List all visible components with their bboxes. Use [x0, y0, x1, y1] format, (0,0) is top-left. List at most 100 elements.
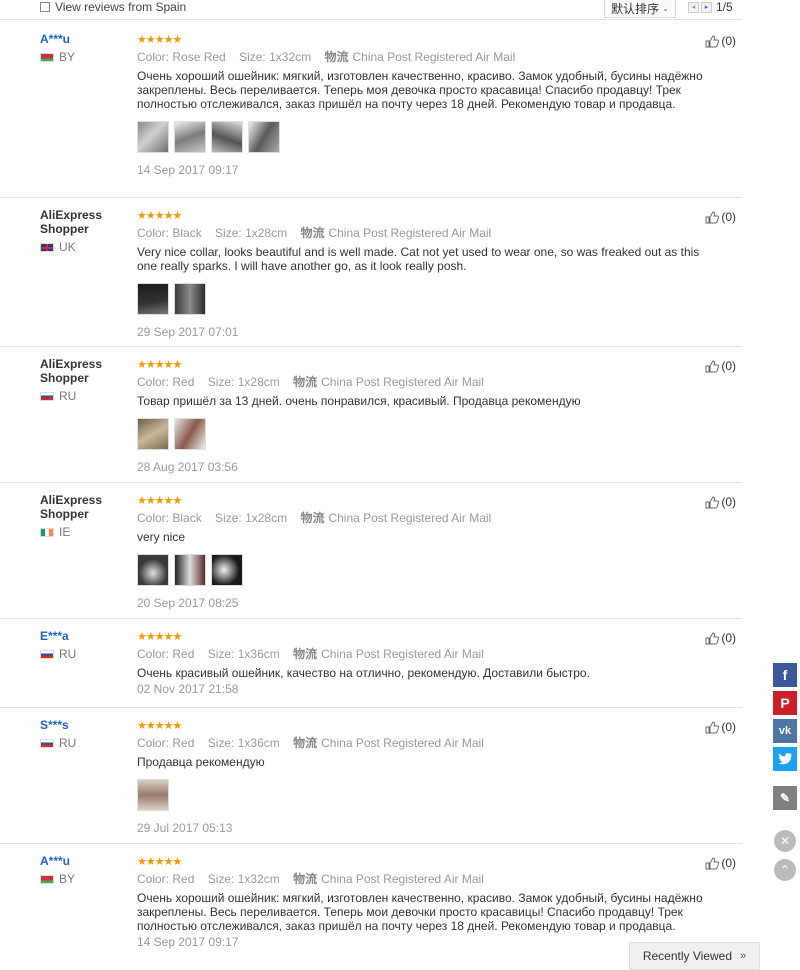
order-attributes: Color: Black Size: 1x28cm 物流 China Post R… — [137, 511, 717, 526]
star-rating: ★★★★★ — [137, 631, 182, 643]
recently-viewed-button[interactable]: Recently Viewed » — [629, 942, 760, 970]
shipping-label: 物流 — [293, 375, 318, 389]
size-label: Size: — [215, 226, 242, 240]
country-code: RU — [59, 736, 77, 750]
helpful-button[interactable]: (0) — [705, 359, 736, 373]
color-label: Color: — [137, 511, 170, 525]
review-photo[interactable] — [211, 121, 243, 153]
reviewer: AliExpress Shopper RU — [40, 357, 120, 403]
prev-page-button[interactable]: ◂ — [688, 1, 699, 13]
color-label: Color: — [137, 647, 170, 661]
review-date: 29 Jul 2017 05:13 — [137, 821, 233, 835]
review-photo[interactable] — [137, 554, 169, 586]
thumbs-up-icon — [705, 34, 720, 47]
reviewer: S***s RU — [40, 718, 120, 750]
reviewer-name[interactable]: A***u — [40, 32, 120, 46]
review-item: S***s RU ★★★★★ Color: Red Size: 1x36cm 物… — [0, 708, 742, 844]
review-photo[interactable] — [174, 283, 206, 315]
size-label: Size: — [215, 511, 242, 525]
review-photo[interactable] — [174, 121, 206, 153]
review-photo[interactable] — [248, 121, 280, 153]
recently-viewed-label: Recently Viewed — [642, 949, 733, 963]
review-photo[interactable] — [137, 418, 169, 450]
page-indicator: 1/5 — [716, 0, 733, 14]
helpful-button[interactable]: (0) — [705, 495, 736, 509]
review-photo[interactable] — [174, 418, 206, 450]
sort-select[interactable]: 默认排序 ⌄ — [604, 0, 676, 18]
helpful-button[interactable]: (0) — [705, 34, 736, 48]
helpful-button[interactable]: (0) — [705, 720, 736, 734]
review-photo[interactable] — [174, 554, 206, 586]
vk-share-button[interactable]: vk — [773, 719, 797, 743]
size-label: Size: — [207, 375, 235, 389]
shipping-label: 物流 — [293, 647, 318, 661]
twitter-share-button[interactable] — [773, 747, 797, 771]
helpful-button[interactable]: (0) — [705, 856, 736, 870]
thumbs-up-icon — [705, 495, 720, 508]
reviewer-name[interactable]: E***a — [40, 629, 120, 643]
country-code: RU — [59, 389, 77, 403]
reviewer-country: RU — [40, 389, 120, 403]
flag-icon — [40, 738, 54, 748]
review-photos — [137, 121, 717, 153]
review-photo[interactable] — [137, 779, 169, 811]
size-label: Size: — [207, 736, 235, 750]
spain-filter-checkbox[interactable] — [40, 2, 50, 12]
spain-filter-label: View reviews from Spain — [55, 0, 187, 14]
spain-filter[interactable]: View reviews from Spain — [40, 0, 186, 14]
flag-icon — [40, 649, 54, 659]
order-attributes: Color: Rose Red Size: 1x32cm 物流 China Pos… — [137, 50, 717, 65]
review-item: AliExpress Shopper IE ★★★★★ Color: Black… — [0, 483, 742, 619]
facebook-share-button[interactable]: f — [773, 663, 797, 687]
shipping-label: 物流 — [300, 511, 325, 525]
shipping-value: China Post Registered Air Mail — [328, 511, 492, 525]
review-text: Очень хороший ошейник: мягкий, изготовле… — [137, 69, 703, 111]
size-value: 1x36cm — [237, 647, 280, 661]
twitter-icon — [778, 753, 792, 765]
helpful-count: (0) — [721, 856, 736, 870]
thumbs-up-icon — [705, 720, 720, 733]
color-value: Rose Red — [172, 50, 226, 64]
shipping-value: China Post Registered Air Mail — [321, 375, 484, 389]
reviewer: E***a RU — [40, 629, 120, 661]
reviewer: A***u BY — [40, 854, 120, 886]
country-code: BY — [59, 50, 76, 64]
reviewer-name: AliExpress Shopper — [40, 208, 103, 236]
shipping-label: 物流 — [324, 50, 349, 64]
review-photo[interactable] — [137, 121, 169, 153]
next-page-button[interactable]: ▸ — [701, 1, 712, 13]
reviewer-country: BY — [40, 872, 120, 886]
review-photos — [137, 554, 717, 586]
review-photo[interactable] — [137, 283, 169, 315]
color-value: Black — [172, 511, 202, 525]
star-rating: ★★★★★ — [137, 210, 182, 222]
reviewer-name[interactable]: S***s — [40, 718, 120, 732]
color-label: Color: — [137, 736, 170, 750]
flag-icon — [40, 242, 54, 252]
reviews-toolbar: View reviews from Spain 默认排序 ⌄ ◂ ▸ 1/5 — [0, 0, 742, 20]
country-code: BY — [59, 872, 76, 886]
review-photo[interactable] — [211, 554, 243, 586]
pinterest-share-button[interactable]: P — [773, 691, 797, 715]
reviewer: A***u BY — [40, 32, 120, 64]
size-label: Size: — [207, 647, 235, 661]
color-label: Color: — [137, 872, 170, 886]
review-date: 14 Sep 2017 09:17 — [137, 163, 239, 177]
flag-icon — [40, 527, 54, 537]
color-value: Red — [172, 375, 195, 389]
chevron-up-icon: ⌃ — [779, 863, 791, 877]
size-label: Size: — [207, 872, 235, 886]
helpful-button[interactable]: (0) — [705, 210, 736, 224]
review-item: AliExpress Shopper RU ★★★★★ Color: Red S… — [0, 347, 742, 483]
scroll-top-button[interactable]: ⌃ — [774, 859, 796, 881]
helpful-button[interactable]: (0) — [705, 631, 736, 645]
thumbs-up-icon — [705, 359, 720, 372]
close-share-button[interactable]: ✕ — [774, 830, 796, 852]
review-photos — [137, 418, 717, 450]
size-value: 1x36cm — [237, 736, 280, 750]
star-rating: ★★★★★ — [137, 720, 182, 732]
color-value: Red — [172, 736, 195, 750]
reviewer-name[interactable]: A***u — [40, 854, 120, 868]
review-date: 02 Nov 2017 21:58 — [137, 682, 239, 696]
edit-button[interactable]: ✎ — [773, 786, 797, 810]
